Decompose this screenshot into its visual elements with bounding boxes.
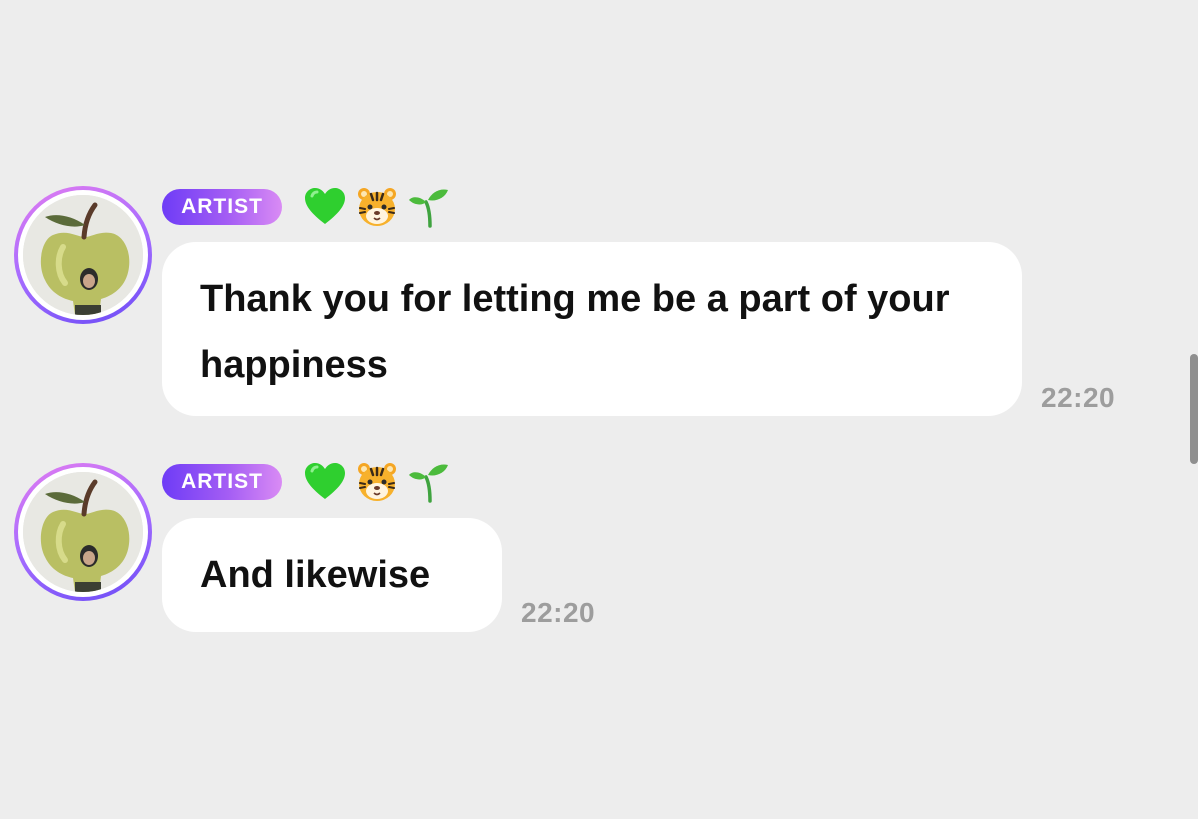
artist-badge: ARTIST xyxy=(162,464,282,500)
artist-badge: ARTIST xyxy=(162,189,282,225)
artist-avatar[interactable] xyxy=(14,463,152,601)
message-timestamp: 22:20 xyxy=(1041,382,1116,413)
sender-row: ARTIST xyxy=(162,459,452,505)
green-heart-icon xyxy=(305,463,345,499)
scrollbar-thumb[interactable] xyxy=(1190,354,1198,464)
seedling-icon xyxy=(409,189,448,228)
tiger-face-icon xyxy=(358,463,396,501)
sender-emojis xyxy=(302,459,452,505)
message-timestamp: 22:20 xyxy=(521,597,596,628)
message-bubble[interactable]: Thank you for letting me be a part of yo… xyxy=(162,242,1022,416)
green-heart-icon xyxy=(305,188,345,224)
message-text: And likewise xyxy=(200,554,431,596)
message-text: Thank you for letting me be a part of yo… xyxy=(200,278,950,386)
seedling-icon xyxy=(409,464,448,503)
sender-emojis xyxy=(302,184,452,230)
avatar-image xyxy=(23,195,143,315)
chat-view[interactable]: ARTIST Thank you for letting me be a par… xyxy=(0,0,1198,819)
tiger-face-icon xyxy=(358,188,396,226)
sender-row: ARTIST xyxy=(162,184,452,230)
artist-avatar[interactable] xyxy=(14,186,152,324)
avatar-image xyxy=(23,472,143,592)
message-bubble[interactable]: And likewise xyxy=(162,518,502,632)
